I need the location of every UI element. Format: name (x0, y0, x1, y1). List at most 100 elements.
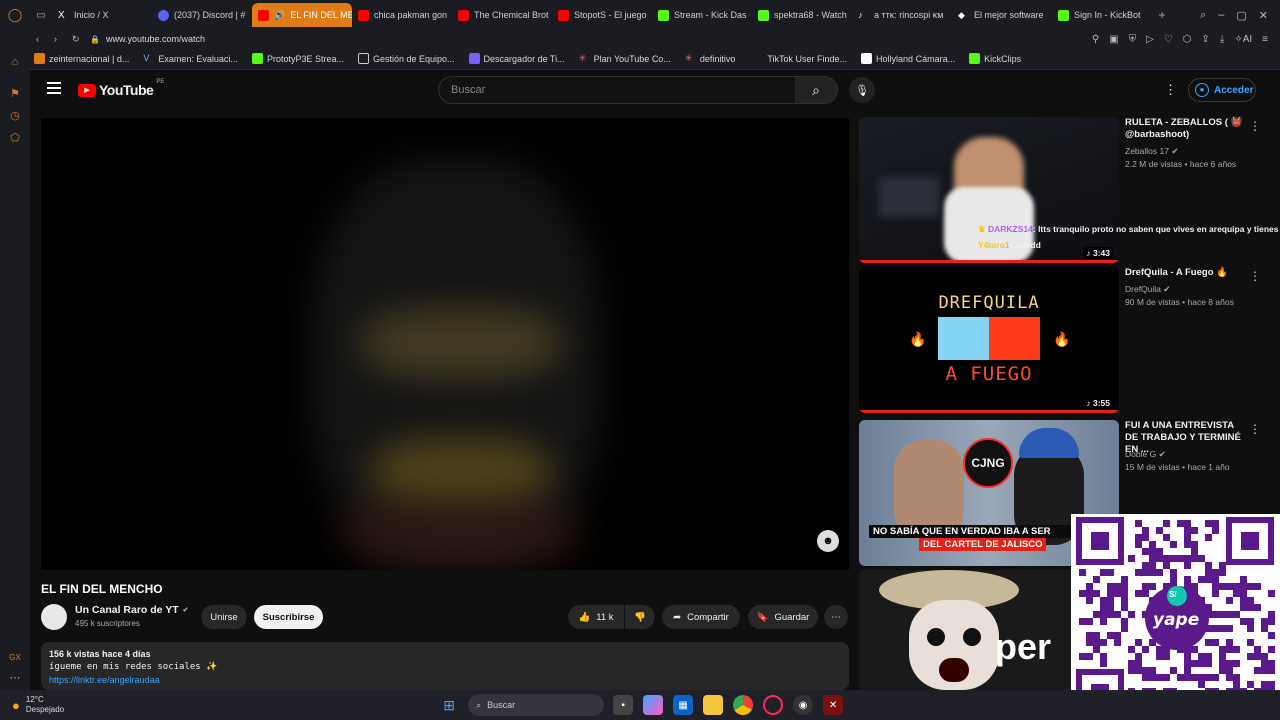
save-button[interactable]: 🔖 Guardar (748, 605, 818, 629)
recommendation-meta: 2.2 M de vistas • hace 6 años (1125, 159, 1237, 169)
lock-icon: 🔒 (90, 34, 100, 44)
tab[interactable]: ◆ El mejor software (952, 3, 1052, 27)
pinboard-icon[interactable]: ⚑ (9, 88, 21, 100)
share-button[interactable]: ➦ Compartir (662, 605, 740, 629)
pin-icon[interactable]: ⚲ (1092, 34, 1099, 45)
dislike-button[interactable]: 👎 (625, 605, 655, 629)
obs-icon[interactable]: ◉ (793, 695, 814, 715)
channel-avatar[interactable] (41, 604, 67, 630)
ai-icon[interactable]: ✧AI (1234, 34, 1252, 45)
maximize-icon[interactable]: ▢ (1236, 9, 1246, 22)
new-tab-icon[interactable]: + (1152, 8, 1172, 22)
task-view-icon[interactable]: ▪ (613, 695, 634, 715)
subscribe-button[interactable]: Suscribirse (254, 605, 323, 629)
tab[interactable]: ♪ a ᴛᴛᴋ: rincospi ᴋᴍ (852, 3, 952, 27)
stream-chat-overlay: ♛ DARKZS14: ltts tranquilo proto no sabe… (978, 224, 1280, 250)
store-icon[interactable]: ▦ (673, 695, 694, 715)
share-icon[interactable]: ⇪ (1202, 34, 1210, 45)
description-link[interactable]: https://linktr.ee/angelraudaa (49, 674, 841, 687)
windows-start-icon[interactable]: ⊞ (439, 695, 459, 715)
search-icon: ⌕ (476, 699, 482, 710)
download-icon[interactable]: ⤓ (1220, 34, 1224, 45)
opera-menu-icon[interactable]: ◯ (0, 7, 30, 23)
bookmark[interactable]: Gestión de Equipo... (357, 53, 455, 64)
tab[interactable]: Stream - Kick Das (652, 3, 752, 27)
snapshot-icon[interactable]: ▣ (1109, 34, 1118, 45)
verified-icon: ✔ (1171, 146, 1179, 156)
video-player[interactable]: ☻ (41, 118, 849, 570)
hollyland-icon (861, 53, 873, 64)
close-window-icon[interactable]: ✕ (1259, 9, 1268, 22)
bookmark[interactable]: TikTok User Finde... (749, 54, 847, 64)
tab[interactable]: chica pakman gon (352, 3, 452, 27)
browser-sidebar: ⌂ ⚑ ◷ ⬠ GX ⋯ (0, 48, 30, 690)
bookmark[interactable]: Hollyland Cámara... (861, 53, 955, 64)
bookmark[interactable]: Descargador de Ti... (468, 53, 565, 64)
file-explorer-icon[interactable] (703, 695, 724, 715)
chrome-icon[interactable] (733, 695, 754, 715)
hamburger-icon[interactable] (47, 82, 61, 94)
back-icon[interactable]: ‹ (36, 34, 54, 44)
bookmark[interactable]: ✳ definitivo (685, 53, 736, 64)
bookmark[interactable]: KickClips (969, 53, 1021, 64)
url-field[interactable]: www.youtube.com/watch (106, 34, 205, 44)
recommendation-menu-icon[interactable]: ⋮ (1249, 422, 1261, 436)
join-button[interactable]: Unirse (201, 605, 247, 629)
search-button[interactable]: ⌕ (795, 76, 838, 104)
history-icon[interactable]: ◷ (9, 110, 21, 122)
more-horizontal-icon: ⋯ (831, 611, 841, 623)
heart-icon[interactable]: ♡ (1164, 34, 1173, 45)
weather-widget[interactable]: 12°C Despejado (26, 695, 64, 715)
channel-name[interactable]: Un Canal Raro de YT ✔ (75, 604, 189, 616)
recommendation-card[interactable]: DREFQUILA 🔥 🔥 A FUEGO ♪ 3:55 DrefQuila -… (859, 267, 1279, 413)
bookmark[interactable]: zeinternacional | d... (34, 53, 129, 64)
tab[interactable]: spektra68 - Watch (752, 3, 852, 27)
shield-icon[interactable]: ⛨ (1129, 34, 1137, 45)
gx-icon[interactable]: GX (9, 652, 21, 664)
description-box[interactable]: 156 k vistas hace 4 días ígueme en mis r… (41, 642, 849, 690)
reload-icon[interactable]: ↻ (72, 34, 90, 45)
sign-in-button[interactable]: ● Acceder (1188, 78, 1256, 102)
thumbs-down-icon: 👎 (634, 611, 646, 623)
tab[interactable]: X Inicio / X (52, 3, 152, 27)
menu-icon[interactable]: ≡ (1262, 34, 1268, 45)
minimize-icon[interactable]: – (1218, 9, 1224, 22)
extensions-sidebar-icon[interactable]: ⬠ (9, 132, 21, 144)
opera-gx-icon[interactable] (763, 695, 784, 715)
youtube-logo[interactable]: ▶ YouTube PE (78, 79, 164, 98)
channel-watermark-icon[interactable]: ☻ (817, 530, 839, 552)
like-button[interactable]: 👍 11 k (568, 605, 624, 629)
bookmark[interactable]: PrototyP3E Strea... (251, 53, 344, 64)
tab[interactable]: Sign In - KickBot (1052, 3, 1152, 27)
more-icon[interactable]: ⋯ (9, 672, 21, 684)
workspace-icon[interactable]: ⌂ (9, 56, 21, 68)
x-icon: X (58, 9, 65, 21)
tab-active[interactable]: 🔊EL FIN DEL MENCH✕ (252, 3, 352, 27)
settings-kebab-icon[interactable]: ⋮ (1164, 82, 1177, 98)
search-input[interactable]: Buscar (438, 76, 796, 104)
youtube-icon (458, 9, 469, 21)
more-actions-button[interactable]: ⋯ (824, 605, 848, 629)
voice-search-button[interactable]: 🎙 (849, 77, 875, 103)
bookmark[interactable]: ✳ Plan YouTube Co... (579, 53, 671, 64)
speaker-icon[interactable]: 🔊 (274, 10, 285, 21)
tab[interactable]: (2037) Discord | # (152, 3, 252, 27)
recommendation-menu-icon[interactable]: ⋮ (1249, 119, 1261, 133)
bookmarks-bar: zeinternacional | d... V Examen: Evaluaci… (0, 48, 1280, 70)
tab[interactable]: The Chemical Brot (452, 3, 552, 27)
channel-row: Un Canal Raro de YT ✔ 495 k suscriptores… (41, 602, 849, 632)
search-tabs-icon[interactable]: ⌕ (1200, 9, 1206, 22)
bookmark[interactable]: V Examen: Evaluaci... (143, 53, 238, 64)
play-icon[interactable]: ▷ (1146, 34, 1154, 45)
extensions-icon[interactable]: ⬡ (1183, 34, 1192, 45)
recommendation-menu-icon[interactable]: ⋮ (1249, 269, 1261, 283)
app-icon[interactable]: ✕ (823, 695, 844, 715)
video-title: EL FIN DEL MENCHO (41, 582, 163, 596)
bookmark-icon (34, 53, 45, 64)
tab[interactable]: StopotS - El juego (552, 3, 652, 27)
video-thumbnail[interactable]: DREFQUILA 🔥 🔥 A FUEGO ♪ 3:55 (859, 267, 1119, 413)
tab-overview-icon[interactable]: ▭ (30, 10, 52, 21)
copilot-icon[interactable] (643, 695, 664, 715)
taskbar-search[interactable]: ⌕ Buscar (468, 694, 605, 716)
forward-icon[interactable]: › (54, 34, 72, 44)
